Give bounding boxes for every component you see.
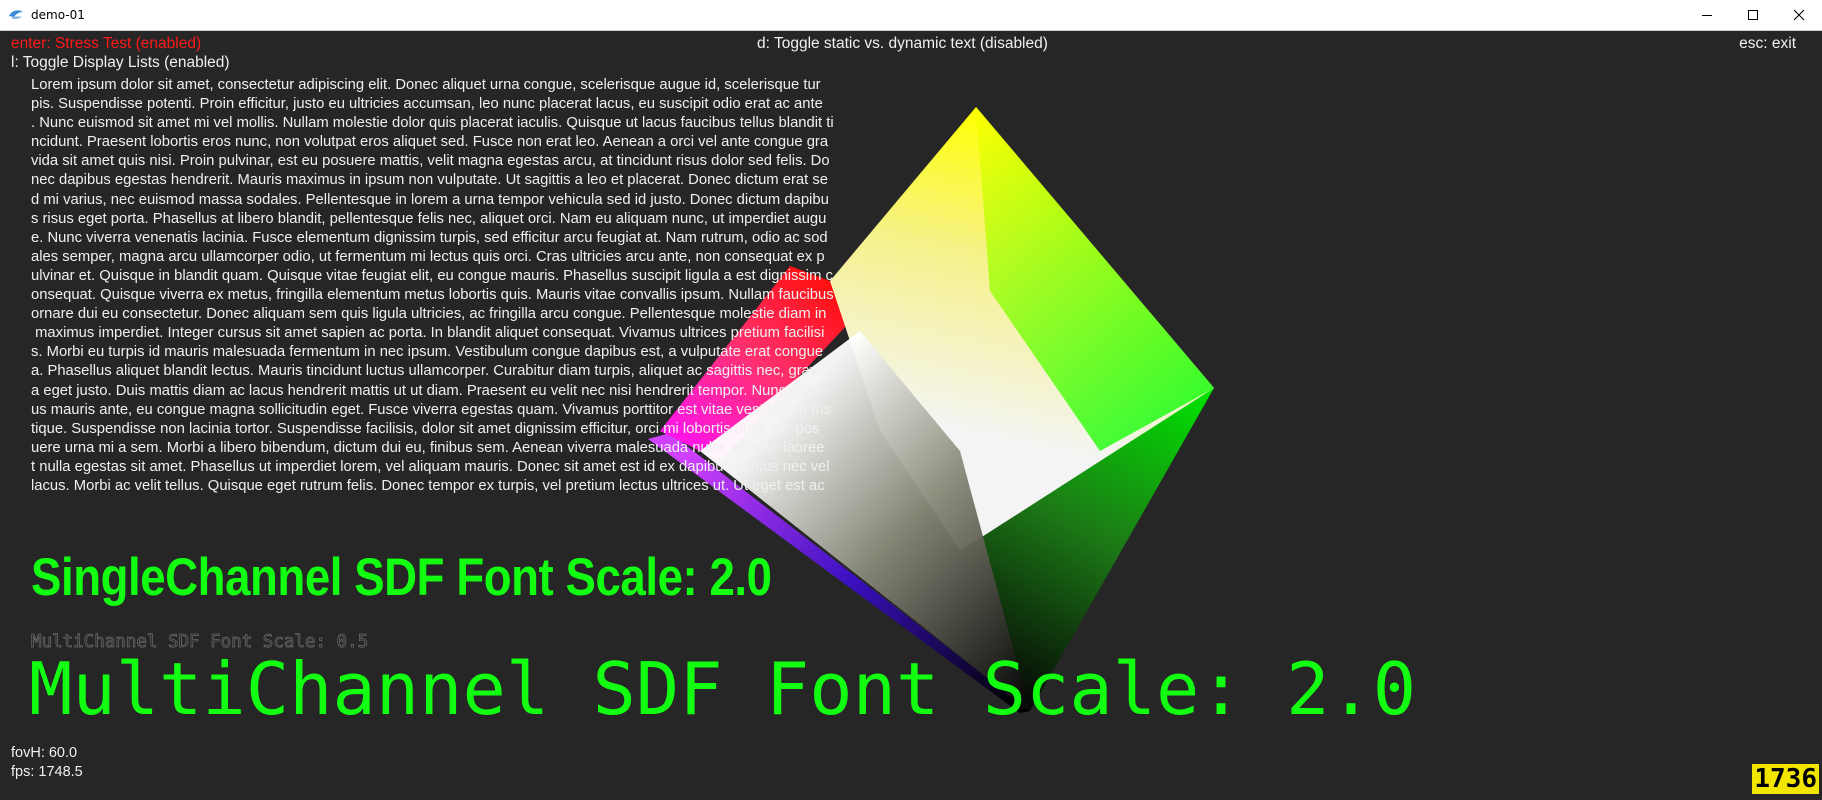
fov-readout: fovH: 60.0 [11,745,78,761]
app-icon [9,10,23,20]
fps-readout: fps: 1748.5 [11,764,83,780]
lorem-text-block: Lorem ipsum dolor sit amet, consectetur … [31,76,917,496]
lorem-line: s. Morbi eu turpis id mauris malesuada f… [31,344,824,361]
maximize-button[interactable] [1730,0,1776,30]
maximize-icon [1748,10,1758,20]
static-dynamic-label: d: Toggle static vs. dynamic text (disab… [757,35,1048,52]
lorem-line: . Nunc euismod sit amet mi vel mollis. N… [31,115,834,132]
stress-test-label: enter: Stress Test (enabled) [11,35,202,52]
single-channel-sdf-text: SingleChannel SDF Font Scale: 2.0 [31,548,772,607]
lorem-line: ulvinar et. Quisque in blandit quam. Qui… [31,267,833,284]
lorem-line: s risus eget porta. Phasellus at libero … [31,210,827,227]
exit-label: esc: exit [1739,35,1796,52]
lorem-line: e. Nunc viverra venenatis lacinia. Fusce… [31,229,828,246]
lorem-line: a. Phasellus aliquet blandit lectus. Mau… [31,363,829,380]
lorem-line: onsequat. Quisque viverra ex metus, frin… [31,287,834,304]
lorem-line: uere urna mi a sem. Morbi a libero biben… [31,439,825,456]
lorem-line: nec dapibus egestas hendrerit. Mauris ma… [31,172,828,189]
lorem-line: us mauris ante, eu congue magna sollicit… [31,401,831,418]
lorem-line: pis. Suspendisse potenti. Proin efficitu… [31,96,823,113]
lorem-line: tique. Suspendisse non lacinia tortor. S… [31,420,820,437]
lorem-line: Lorem ipsum dolor sit amet, consectetur … [31,77,821,93]
lorem-line: d mi varius, nec euismod massa sodales. … [31,191,829,208]
lorem-line: lacus. Morbi ac velit tellus. Quisque eg… [31,477,825,494]
minimize-button[interactable] [1684,0,1730,30]
minimize-icon [1702,15,1712,16]
lorem-line: ncidunt. Praesent lobortis eros nunc, no… [31,134,829,151]
close-icon [1793,9,1805,21]
render-canvas[interactable]: Lorem ipsum dolor sit amet, consectetur … [0,31,1822,800]
window-title: demo-01 [31,8,85,22]
lorem-line: a eget justo. Duis mattis diam ac lacus … [31,382,827,399]
frame-counter-badge: 1736 [1752,764,1819,794]
lorem-line: t nulla egestas sit amet. Phasellus ut i… [31,458,830,475]
close-button[interactable] [1776,0,1822,30]
display-lists-label: l: Toggle Display Lists (enabled) [11,54,230,71]
lorem-line: ales semper, magna arcu ullamcorper odio… [31,248,825,265]
lorem-line: ornare dui eu consectetur. Donec aliquam… [31,306,827,323]
multi-channel-sdf-big-text: MultiChannel SDF Font Scale: 2.0 [29,647,1417,731]
lorem-line: maximus imperdiet. Integer cursus sit am… [31,325,825,342]
window-titlebar: demo-01 [0,0,1822,31]
lorem-line: vida sit amet quis nisi. Proin pulvinar,… [31,153,830,170]
